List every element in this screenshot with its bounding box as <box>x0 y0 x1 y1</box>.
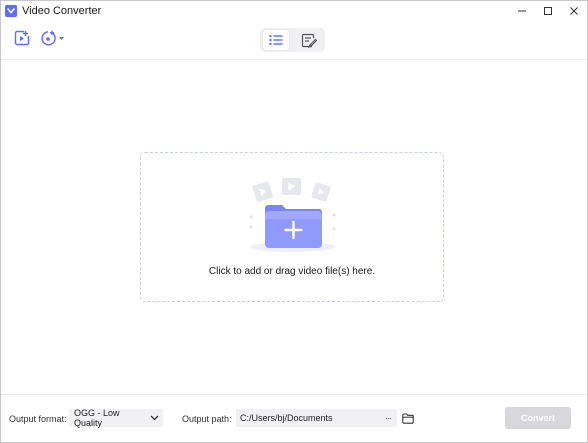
app-logo-icon <box>5 4 17 17</box>
maximize-icon <box>544 6 552 15</box>
add-folder-graphic <box>241 175 345 262</box>
add-files-button[interactable] <box>14 30 30 46</box>
list-view-button[interactable] <box>263 30 290 50</box>
add-disc-icon <box>41 30 64 46</box>
add-file-icon <box>14 30 30 46</box>
minimize-button[interactable] <box>509 1 535 20</box>
edit-list-view-button[interactable] <box>296 30 322 50</box>
list-view-icon <box>269 35 283 45</box>
file-drop-zone[interactable]: Click to add or drag video file(s) here. <box>140 152 444 302</box>
output-format-value: OGG - Low Quality <box>74 408 120 428</box>
output-path-field[interactable]: C:/Users/bj/Documents ··· <box>236 409 397 427</box>
toolbar <box>1 21 587 60</box>
output-format-select[interactable]: OGG - Low Quality <box>69 408 163 428</box>
maximize-button[interactable] <box>535 1 561 20</box>
output-path-label: Output path: <box>182 414 232 424</box>
bottom-bar: Output format: OGG - Low Quality Output … <box>1 394 587 443</box>
app-window: Video Converter Click to add or drag vid… <box>0 0 588 443</box>
edit-list-icon <box>301 33 317 48</box>
folder-icon <box>402 413 414 424</box>
close-button[interactable] <box>561 1 587 20</box>
open-folder-button[interactable] <box>402 411 414 429</box>
output-path-value: C:/Users/bj/Documents <box>240 413 333 423</box>
window-controls <box>509 1 587 20</box>
browse-path-button[interactable]: ··· <box>385 413 392 423</box>
chevron-down-icon <box>150 415 159 421</box>
close-icon <box>570 6 578 15</box>
convert-button[interactable]: Convert <box>505 407 571 429</box>
add-disc-button[interactable] <box>40 30 66 46</box>
chevron-down-icon <box>59 37 64 40</box>
drop-zone-hint: Click to add or drag video file(s) here. <box>208 266 376 277</box>
title-bar: Video Converter <box>1 1 587 20</box>
output-format-label: Output format: <box>9 414 67 424</box>
view-switch <box>260 28 325 52</box>
window-title: Video Converter <box>22 4 102 17</box>
minimize-icon <box>518 10 526 11</box>
add-video-folder-icon <box>249 178 336 252</box>
